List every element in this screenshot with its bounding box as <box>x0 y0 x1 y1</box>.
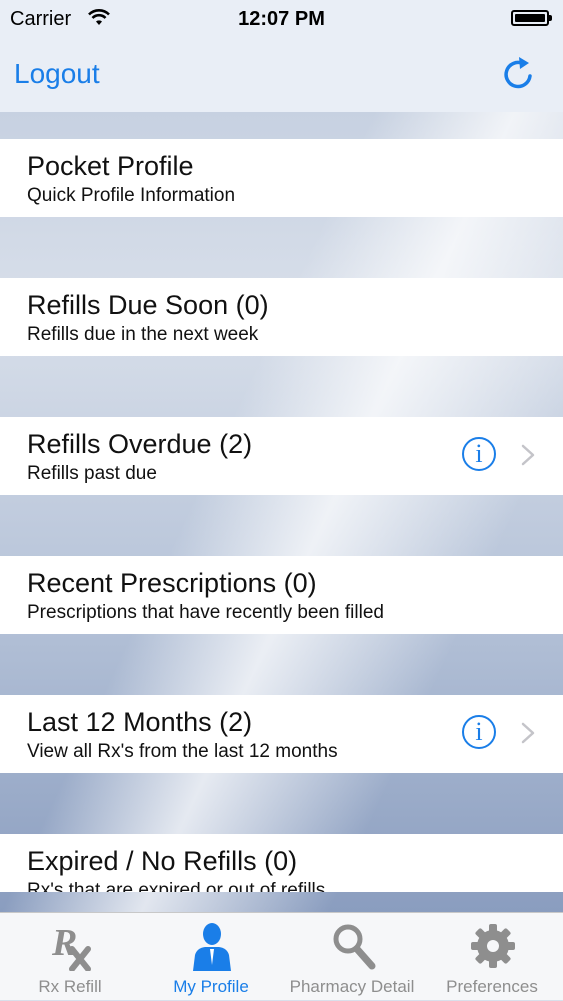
tab-label: Preferences <box>446 977 538 996</box>
row-title: Refills Overdue (2) <box>27 429 253 459</box>
row-title: Last 12 Months (2) <box>27 707 253 737</box>
info-icon[interactable]: i <box>462 715 496 749</box>
logout-button[interactable]: Logout <box>14 58 100 90</box>
row-subtitle: Refills due in the next week <box>27 324 259 345</box>
search-icon <box>333 924 376 970</box>
chevron-right-icon <box>521 444 535 466</box>
list-item-recent-prescriptions[interactable]: Recent Prescriptions (0) Prescriptions t… <box>0 556 563 634</box>
battery-icon <box>511 10 552 26</box>
row-title: Expired / No Refills (0) <box>27 846 298 876</box>
rx-icon: R <box>51 922 91 971</box>
row-title: Refills Due Soon (0) <box>27 290 269 320</box>
tab-bar: R Rx Refill My Profile Pharmacy Detail P… <box>0 912 563 1000</box>
clock: 12:07 PM <box>238 8 325 30</box>
row-subtitle: Refills past due <box>27 463 157 484</box>
row-subtitle: Rx's that are expired or out of refills <box>27 880 326 892</box>
profile-menu: Pocket Profile Quick Profile Information… <box>0 112 563 912</box>
user-icon <box>193 923 231 971</box>
info-icon[interactable]: i <box>462 437 496 471</box>
row-subtitle: View all Rx's from the last 12 months <box>27 741 338 762</box>
gear-icon <box>471 924 515 968</box>
tab-label: My Profile <box>173 977 249 996</box>
list-item-last-12-months[interactable]: Last 12 Months (2) View all Rx's from th… <box>0 695 563 773</box>
chevron-right-icon <box>521 722 535 744</box>
list-item-expired-no-refills[interactable]: Expired / No Refills (0) Rx's that are e… <box>0 834 563 892</box>
refresh-icon[interactable] <box>499 54 539 94</box>
tab-label: Pharmacy Detail <box>289 977 415 996</box>
row-title: Recent Prescriptions (0) <box>27 568 317 598</box>
list-item-pocket-profile[interactable]: Pocket Profile Quick Profile Information <box>0 139 563 217</box>
tab-rx-refill[interactable]: R Rx Refill <box>0 913 140 1001</box>
row-subtitle: Quick Profile Information <box>27 185 236 206</box>
tab-label: Rx Refill <box>38 977 102 996</box>
row-subtitle: Prescriptions that have recently been fi… <box>27 602 384 623</box>
list-item-refills-due-soon[interactable]: Refills Due Soon (0) Refills due in the … <box>0 278 563 356</box>
tab-my-profile[interactable]: My Profile <box>141 913 281 1001</box>
navigation-bar: Logout <box>0 40 563 112</box>
list-item-refills-overdue[interactable]: Refills Overdue (2) Refills past due i <box>0 417 563 495</box>
row-title: Pocket Profile <box>27 151 194 181</box>
status-bar: Carrier 12:07 PM <box>0 0 563 40</box>
tab-preferences[interactable]: Preferences <box>422 913 562 1001</box>
tab-pharmacy-detail[interactable]: Pharmacy Detail <box>282 913 422 1001</box>
svg-text:R: R <box>51 922 77 964</box>
